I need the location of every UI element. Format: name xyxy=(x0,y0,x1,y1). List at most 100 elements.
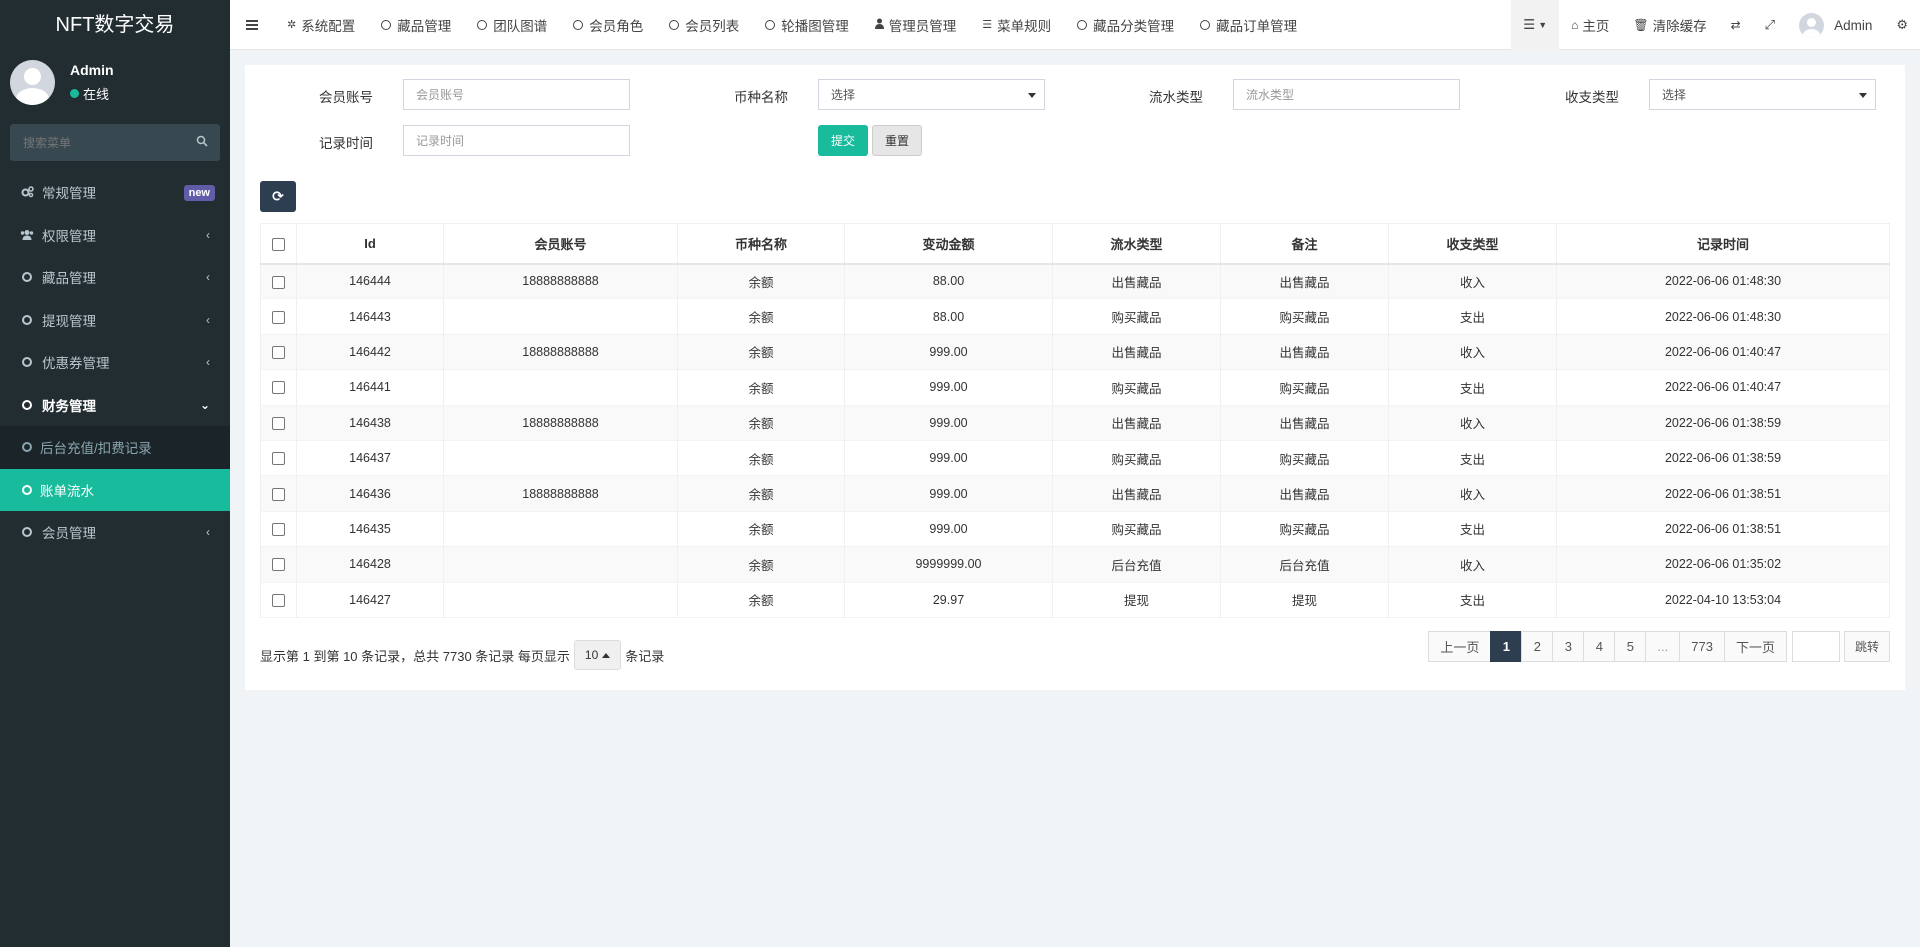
col-header[interactable]: 币种名称 xyxy=(677,223,845,265)
cell-id: 146428 xyxy=(296,546,444,583)
page-button[interactable]: 2 xyxy=(1521,631,1554,662)
tab-system-config[interactable]: ✲ 系统配置 xyxy=(274,0,368,50)
table-row[interactable]: 146441 余额 999.00 购买藏品 购买藏品 支出 2022-06-06 01:40… xyxy=(260,369,1890,406)
page-button[interactable]: 3 xyxy=(1552,631,1585,662)
jump-page-input[interactable] xyxy=(1791,631,1840,662)
sidebar-item-permissions[interactable]: 权限管理 ‹ xyxy=(0,214,230,257)
member-account-input[interactable]: 会员账号 xyxy=(403,79,630,110)
table-row[interactable]: 146438 18888888888 余额 999.00 出售藏品 出售藏品 收入 2022-… xyxy=(260,405,1890,441)
fullscreen-button[interactable]: ⤢ xyxy=(1753,0,1787,50)
sidebar-subitem-bill-flow[interactable]: 账单流水 xyxy=(0,468,230,511)
chevron-left-icon: ‹ xyxy=(206,270,210,284)
select-all-checkbox[interactable] xyxy=(272,237,285,251)
cell-type: 收入 xyxy=(1388,334,1557,370)
jump-button[interactable]: 跳转 xyxy=(1843,631,1890,662)
cell-account xyxy=(443,582,678,618)
submit-button[interactable]: 提交 xyxy=(818,125,868,156)
currency-name-select[interactable]: 选择 xyxy=(818,79,1045,110)
table-row[interactable]: 146444 18888888888 余额 88.00 出售藏品 出售藏品 收入 2022-0… xyxy=(260,263,1890,299)
table-row[interactable]: 146442 18888888888 余额 999.00 出售藏品 出售藏品 收入 2022-… xyxy=(260,334,1890,370)
row-checkbox[interactable] xyxy=(272,310,285,324)
search-icon[interactable] xyxy=(196,135,208,147)
prev-page-button[interactable]: 上一页 xyxy=(1428,631,1492,662)
settings-button[interactable]: ⚙ xyxy=(1884,0,1920,50)
refresh-button[interactable]: ⟳ xyxy=(260,181,296,212)
flow-type-input[interactable]: 流水类型 xyxy=(1233,79,1460,110)
chevron-left-icon: ‹ xyxy=(206,312,210,327)
table-row[interactable]: 146428 余额 9999999.00 后台充值 后台充值 收入 2022-06-06 0… xyxy=(260,546,1890,583)
user-menu[interactable]: Admin xyxy=(1787,0,1884,50)
app-logo[interactable]: NFT数字交易 xyxy=(0,0,230,50)
row-checkbox[interactable] xyxy=(272,558,285,572)
circle-o-icon xyxy=(477,19,488,30)
col-header[interactable]: Id xyxy=(296,223,444,265)
cell-account: 18888888888 xyxy=(443,405,678,441)
page-size-select[interactable]: 10 xyxy=(573,640,622,670)
cell-time: 2022-04-10 13:53:04 xyxy=(1556,582,1890,618)
cell-currency: 余额 xyxy=(677,369,845,406)
page-button[interactable]: 1 xyxy=(1490,631,1523,662)
summary-suffix: 条记录 xyxy=(625,648,665,664)
row-checkbox[interactable] xyxy=(272,593,285,607)
sidebar-item-members[interactable]: 会员管理 ‹ xyxy=(0,511,230,554)
sidebar-item-general[interactable]: 常规管理 new xyxy=(0,171,230,214)
col-header[interactable]: 变动金额 xyxy=(844,223,1053,265)
record-time-input[interactable]: 记录时间 xyxy=(403,125,630,156)
tab-label: 藏品分类管理 xyxy=(1093,18,1175,34)
clear-cache-button[interactable]: 🗑 清除缓存 xyxy=(1621,0,1718,50)
reset-button[interactable]: 重置 xyxy=(872,125,922,156)
page-button[interactable]: 773 xyxy=(1679,631,1725,662)
tab-carousel[interactable]: 轮播图管理 xyxy=(752,0,862,50)
cell-time: 2022-06-06 01:48:30 xyxy=(1556,298,1890,335)
cell-type: 收入 xyxy=(1388,546,1557,583)
table-row[interactable]: 146436 18888888888 余额 999.00 出售藏品 出售藏品 收入 2022-… xyxy=(260,475,1890,512)
sidebar-item-withdrawals[interactable]: 提现管理 ‹ xyxy=(0,299,230,342)
row-checkbox[interactable] xyxy=(272,275,285,289)
tab-member-roles[interactable]: 会员角色 xyxy=(560,0,656,50)
page-ellipsis: ... xyxy=(1645,631,1681,662)
cell-type: 收入 xyxy=(1388,475,1557,512)
cell-currency: 余额 xyxy=(677,405,845,441)
table-row[interactable]: 146443 余额 88.00 购买藏品 购买藏品 支出 2022-06-06 01:48:… xyxy=(260,298,1890,335)
tab-collection-orders[interactable]: 藏品订单管理 xyxy=(1187,0,1310,50)
sidebar-search-input[interactable] xyxy=(10,124,185,161)
cell-flow: 后台充值 xyxy=(1052,546,1221,583)
page-button[interactable]: 5 xyxy=(1614,631,1647,662)
col-header[interactable]: 备注 xyxy=(1220,223,1389,265)
row-checkbox[interactable] xyxy=(272,523,285,537)
row-checkbox[interactable] xyxy=(272,487,285,501)
sidebar-item-finance[interactable]: 财务管理 ⌄ xyxy=(0,384,230,427)
tab-label: 藏品管理 xyxy=(397,18,452,34)
tabs-dropdown-button[interactable]: ☰ ▼ xyxy=(1511,0,1560,50)
tab-menu-rules[interactable]: ☰ 菜单规则 xyxy=(969,0,1064,50)
tab-collection-categories[interactable]: 藏品分类管理 xyxy=(1064,0,1187,50)
col-header[interactable]: 会员账号 xyxy=(443,223,678,265)
table-row[interactable]: 146437 余额 999.00 购买藏品 购买藏品 支出 2022-06-06 01:38… xyxy=(260,440,1890,476)
tab-admins[interactable]: 管理员管理 xyxy=(862,0,970,50)
sidebar-item-collections[interactable]: 藏品管理 ‹ xyxy=(0,256,230,299)
page-button[interactable]: 4 xyxy=(1583,631,1616,662)
row-checkbox[interactable] xyxy=(272,416,285,430)
sidebar-item-label: 常规管理 xyxy=(42,186,96,202)
sidebar-subitem-recharge-records[interactable]: 后台充值/扣费记录 xyxy=(0,426,230,469)
table-row[interactable]: 146427 余额 29.97 提现 提现 支出 2022-04-10 13:53:04 xyxy=(260,582,1890,618)
col-header[interactable]: 收支类型 xyxy=(1388,223,1557,265)
col-header[interactable]: 流水类型 xyxy=(1052,223,1221,265)
row-checkbox[interactable] xyxy=(272,381,285,395)
sidebar-toggle-button[interactable] xyxy=(230,0,274,50)
tab-member-list[interactable]: 会员列表 xyxy=(656,0,752,50)
cell-id: 146441 xyxy=(296,369,444,406)
tab-team-graph[interactable]: 团队图谱 xyxy=(464,0,560,50)
table-row[interactable]: 146435 余额 999.00 购买藏品 购买藏品 支出 2022-06-06 01:38… xyxy=(260,511,1890,547)
sidebar-item-coupons[interactable]: 优惠券管理 ‹ xyxy=(0,341,230,384)
cell-time: 2022-06-06 01:38:59 xyxy=(1556,405,1890,441)
income-type-select[interactable]: 选择 xyxy=(1649,79,1876,110)
col-header[interactable]: 记录时间 xyxy=(1556,223,1890,265)
home-link[interactable]: ⌂ 主页 xyxy=(1559,0,1621,50)
row-checkbox[interactable] xyxy=(272,346,285,360)
tab-collections[interactable]: 藏品管理 xyxy=(368,0,464,50)
tab-label: 会员列表 xyxy=(685,18,740,34)
next-page-button[interactable]: 下一页 xyxy=(1723,631,1787,662)
language-button[interactable]: ⇄ xyxy=(1719,0,1753,50)
row-checkbox[interactable] xyxy=(272,452,285,466)
